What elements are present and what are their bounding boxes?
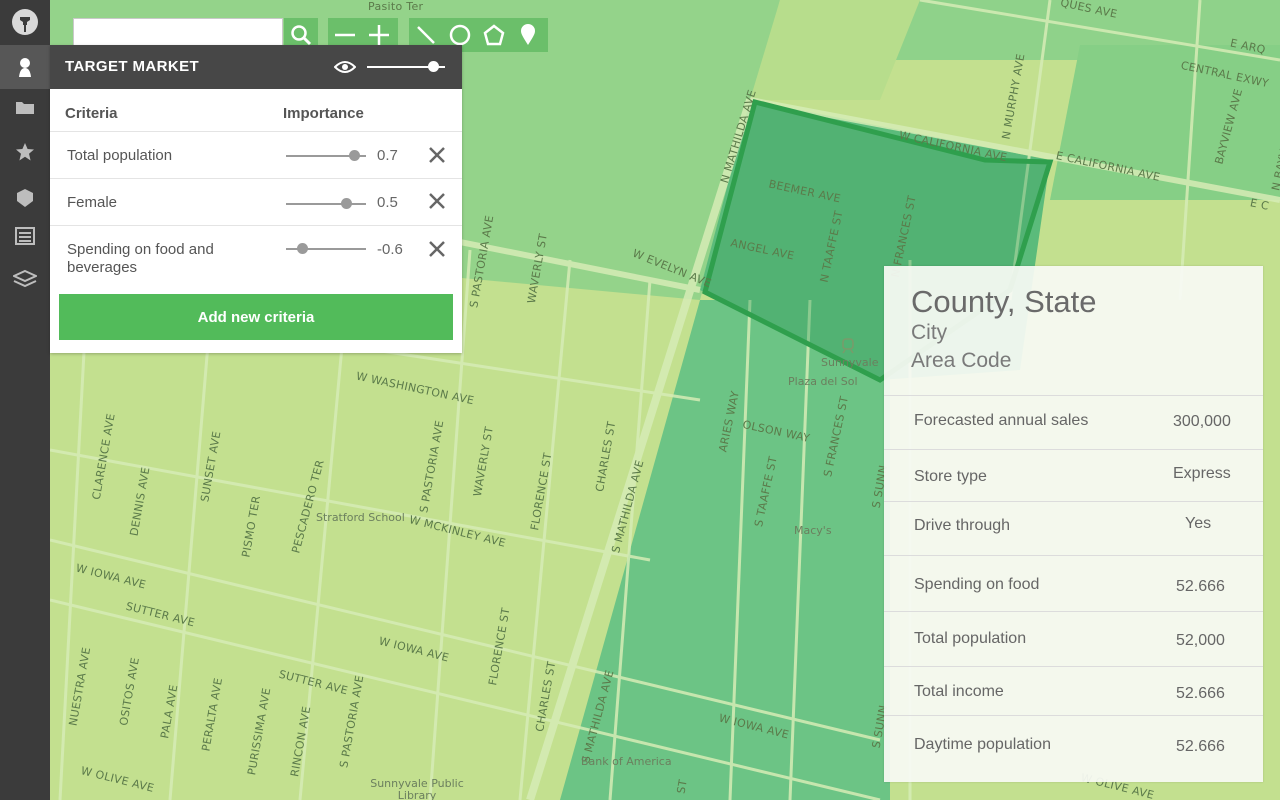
search-icon bbox=[291, 25, 312, 46]
card-title: County, State bbox=[911, 284, 1097, 319]
criteria-header-row: Criteria Importance bbox=[50, 89, 462, 132]
sidebar-item-pin[interactable] bbox=[0, 0, 50, 44]
poi-label: Sunnyvale Public Library bbox=[370, 777, 464, 800]
train-station-icon bbox=[842, 338, 854, 354]
card-area-code: Area Code bbox=[911, 349, 1012, 372]
star-icon bbox=[16, 143, 34, 161]
card-row: Drive through Yes bbox=[884, 501, 1263, 556]
add-criteria-button[interactable]: Add new criteria bbox=[59, 294, 453, 340]
card-row: Spending on food 52.666 bbox=[884, 555, 1263, 612]
card-row-label: Total income bbox=[914, 683, 1004, 700]
card-row-value: 52,000 bbox=[1176, 632, 1225, 649]
criteria-label: Spending on food and beverages bbox=[67, 241, 214, 276]
panel-header: TARGET MARKET bbox=[50, 45, 462, 89]
sidebar-item-user[interactable] bbox=[0, 45, 50, 89]
place-marker-button[interactable] bbox=[511, 18, 545, 52]
criteria-column-header: Criteria bbox=[65, 105, 118, 122]
plus-icon bbox=[369, 25, 389, 45]
pin-icon bbox=[12, 9, 38, 35]
poi-label: Macy's bbox=[794, 524, 832, 537]
card-row-label: Daytime population bbox=[914, 736, 1051, 753]
card-row-value: 52.666 bbox=[1176, 738, 1225, 755]
opacity-slider[interactable] bbox=[367, 61, 445, 72]
importance-value: 0.7 bbox=[377, 147, 398, 164]
line-icon bbox=[417, 26, 435, 44]
card-row-label: Total population bbox=[914, 630, 1027, 647]
card-row-value: 300,000 bbox=[1173, 413, 1231, 430]
card-row-label: Store type bbox=[914, 468, 987, 485]
sidebar-item-star[interactable] bbox=[0, 130, 50, 174]
criteria-row: Female 0.5 bbox=[50, 179, 462, 226]
importance-slider-knob[interactable] bbox=[297, 243, 308, 254]
minus-icon bbox=[335, 33, 355, 37]
draw-polygon-button[interactable] bbox=[477, 18, 511, 52]
criteria-row: Spending on food and beverages -0.6 bbox=[50, 226, 462, 286]
remove-criteria-icon[interactable] bbox=[427, 239, 447, 259]
sidebar-item-list[interactable] bbox=[0, 214, 50, 258]
panel-title: TARGET MARKET bbox=[65, 58, 200, 75]
card-row-value: 52.666 bbox=[1176, 685, 1225, 702]
opacity-slider-knob[interactable] bbox=[428, 61, 440, 72]
target-market-panel: TARGET MARKET Criteria Importance Total … bbox=[50, 45, 462, 353]
card-row: Forecasted annual sales 300,000 bbox=[884, 395, 1263, 450]
importance-value: -0.6 bbox=[377, 241, 403, 258]
card-row: Total population 52,000 bbox=[884, 611, 1263, 667]
card-city: City bbox=[911, 321, 948, 344]
card-row-value: Yes bbox=[1185, 515, 1212, 532]
sidebar-item-layers[interactable] bbox=[0, 258, 50, 302]
layers-icon bbox=[13, 269, 37, 288]
card-row-label: Spending on food bbox=[914, 576, 1040, 593]
card-row-label: Drive through bbox=[914, 517, 1011, 534]
poi-label: Stratford School bbox=[316, 511, 405, 524]
poi-label: Bank of America bbox=[581, 755, 672, 768]
card-row: Total income 52.666 bbox=[884, 666, 1263, 716]
card-row-value: 52.666 bbox=[1176, 578, 1225, 595]
card-row-value: Express bbox=[1173, 465, 1231, 482]
importance-value: 0.5 bbox=[377, 194, 398, 211]
poi-label: Plaza del Sol bbox=[788, 375, 858, 388]
street-label: ST bbox=[674, 778, 690, 795]
importance-column-header: Importance bbox=[283, 105, 364, 122]
street-label: Pasito Ter bbox=[368, 0, 424, 13]
importance-slider[interactable] bbox=[286, 203, 366, 205]
list-icon bbox=[15, 227, 35, 245]
polygon-icon bbox=[483, 24, 505, 46]
criteria-row: Total population 0.7 bbox=[50, 132, 462, 179]
importance-slider-knob[interactable] bbox=[341, 198, 352, 209]
poi-label: Sunnyvale bbox=[821, 356, 879, 369]
importance-slider-knob[interactable] bbox=[349, 150, 360, 161]
user-icon bbox=[19, 58, 31, 77]
marker-icon bbox=[521, 24, 535, 45]
tag-icon bbox=[17, 189, 33, 207]
card-row: Store type Express bbox=[884, 449, 1263, 502]
remove-criteria-icon[interactable] bbox=[427, 191, 447, 211]
sidebar-item-folder[interactable] bbox=[0, 85, 50, 129]
card-row-label: Forecasted annual sales bbox=[914, 412, 1089, 429]
sidebar bbox=[0, 0, 50, 800]
circle-icon bbox=[449, 24, 471, 46]
folder-icon bbox=[16, 102, 34, 114]
criteria-label: Female bbox=[67, 194, 118, 211]
criteria-label: Total population bbox=[67, 147, 173, 164]
card-row: Daytime population 52.666 bbox=[884, 715, 1263, 782]
eye-icon[interactable] bbox=[334, 59, 356, 75]
remove-criteria-icon[interactable] bbox=[427, 145, 447, 165]
location-info-card: County, State City Area Code Forecasted … bbox=[884, 266, 1263, 782]
